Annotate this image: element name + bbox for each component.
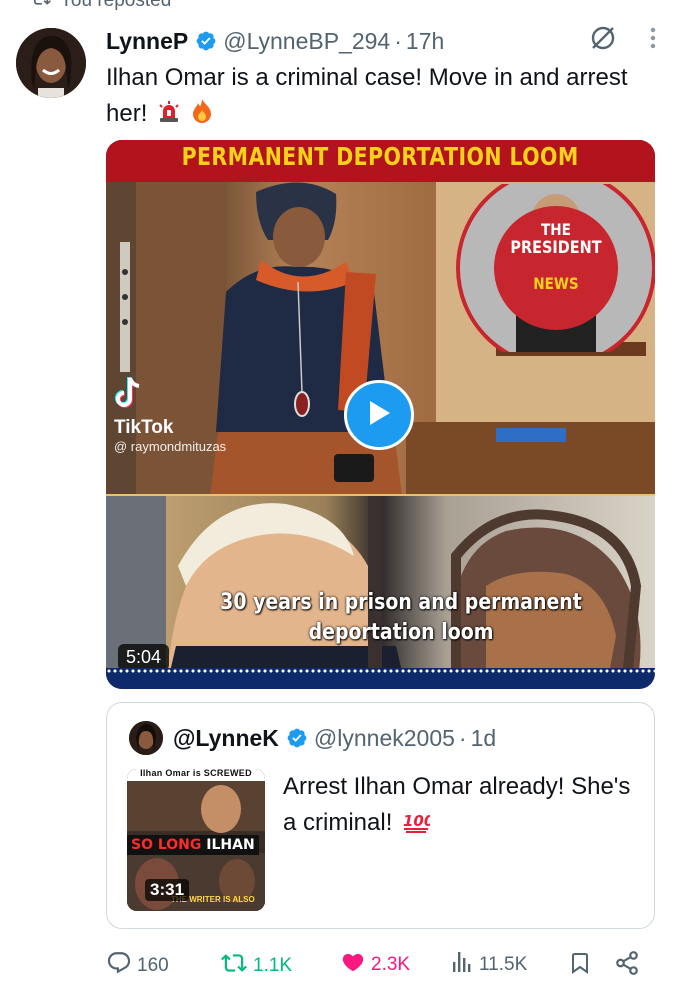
repost-action-icon <box>220 950 248 982</box>
tiktok-user: @ raymondmituzas <box>114 439 227 454</box>
news-badge: THE PRESIDENT NEWS <box>456 184 655 352</box>
tweet-body: Ilhan Omar is a criminal case! Move in a… <box>106 64 628 127</box>
play-icon <box>366 399 392 432</box>
quote-thumb-label-red: SO LONG <box>131 837 202 853</box>
like-count: 2.3K <box>371 954 411 975</box>
separator-dot: · <box>394 27 402 54</box>
tiktok-watermark: TikTok @ raymondmituzas <box>114 376 226 454</box>
quote-verified-badge-icon <box>286 727 308 749</box>
reposted-label: You reposted <box>60 0 172 11</box>
reply-count: 160 <box>137 955 169 976</box>
avatar[interactable] <box>16 28 86 98</box>
video-duration: 5:04 <box>118 644 170 671</box>
play-button[interactable] <box>344 380 414 450</box>
quote-thumb-duration: 3:31 <box>145 879 190 901</box>
banner-text: PERMANENT DEPORTATION LOOM <box>181 141 580 171</box>
handle[interactable]: @LynneBP_294 <box>223 28 390 55</box>
bookmark-button[interactable] <box>568 950 592 982</box>
video-banner: PERMANENT DEPORTATION LOOM <box>106 140 655 182</box>
quote-thumb-label-name: ILHAN <box>206 837 255 853</box>
verified-badge-icon <box>195 30 217 52</box>
like-icon <box>340 950 366 980</box>
quote-separator-dot: · <box>458 724 467 751</box>
repost-button[interactable]: 1.1K <box>220 950 292 982</box>
video-media[interactable]: PERMANENT DEPORTATION LOOM THE PRESIDENT… <box>106 140 655 689</box>
video-bottom-strip <box>106 668 655 689</box>
fire-emoji-icon <box>191 98 213 135</box>
display-name[interactable]: LynneP <box>106 28 188 55</box>
quote-timestamp[interactable]: 1d <box>471 725 497 752</box>
reposted-context: You reposted <box>33 0 172 12</box>
quote-thumb-title: Ilhan Omar is SCREWED <box>127 769 265 781</box>
tweet-text: Ilhan Omar is a criminal case! Move in a… <box>106 60 646 135</box>
video-caption: 30 years in prison and permanent deporta… <box>220 590 582 645</box>
more-icon[interactable] <box>649 26 657 56</box>
bookmark-icon <box>568 950 592 982</box>
hundred-emoji-icon: 100 <box>402 808 434 844</box>
action-bar: 160 1.1K 2.3K 11.5K <box>106 946 646 980</box>
share-icon <box>614 950 640 982</box>
tweet-header: LynneP @LynneBP_294 · 17h <box>106 24 657 58</box>
views-icon <box>452 950 474 980</box>
tiktok-icon <box>114 377 144 414</box>
badge-line-2: PRESIDENT <box>510 238 602 258</box>
views-count: 11.5K <box>479 954 528 975</box>
grok-icon[interactable] <box>589 24 617 58</box>
quote-thumb-label: SO LONG ILHAN <box>127 835 259 855</box>
reply-button[interactable]: 160 <box>106 950 169 982</box>
timestamp[interactable]: 17h <box>406 28 444 55</box>
share-button[interactable] <box>614 950 640 982</box>
quote-handle[interactable]: @lynnek2005 <box>314 725 455 752</box>
strip-dots <box>106 668 655 674</box>
quote-display-name[interactable]: @LynneK <box>173 725 279 752</box>
badge-line-1: THE <box>541 220 571 239</box>
repost-count: 1.1K <box>253 955 293 976</box>
like-button[interactable]: 2.3K <box>340 950 410 980</box>
quote-tweet[interactable]: @LynneK @lynnek2005 · 1d Ilhan Omar is S… <box>106 702 655 929</box>
siren-emoji-icon <box>157 99 181 135</box>
quote-text: Arrest Ilhan Omar already! She's a crimi… <box>283 769 633 844</box>
svg-text:100: 100 <box>403 812 430 830</box>
reply-icon <box>106 950 132 982</box>
quote-header: @LynneK @lynnek2005 · 1d <box>129 721 496 755</box>
quote-body: Arrest Ilhan Omar already! She's a crimi… <box>283 773 631 836</box>
quote-avatar[interactable] <box>129 721 163 755</box>
quote-thumbnail[interactable]: Ilhan Omar is SCREWED SO LONG ILHAN THE … <box>127 769 265 911</box>
repost-icon <box>30 0 52 14</box>
badge-line-3: NEWS <box>533 274 579 293</box>
tiktok-label: TikTok <box>114 417 174 438</box>
views-button[interactable]: 11.5K <box>452 950 527 980</box>
